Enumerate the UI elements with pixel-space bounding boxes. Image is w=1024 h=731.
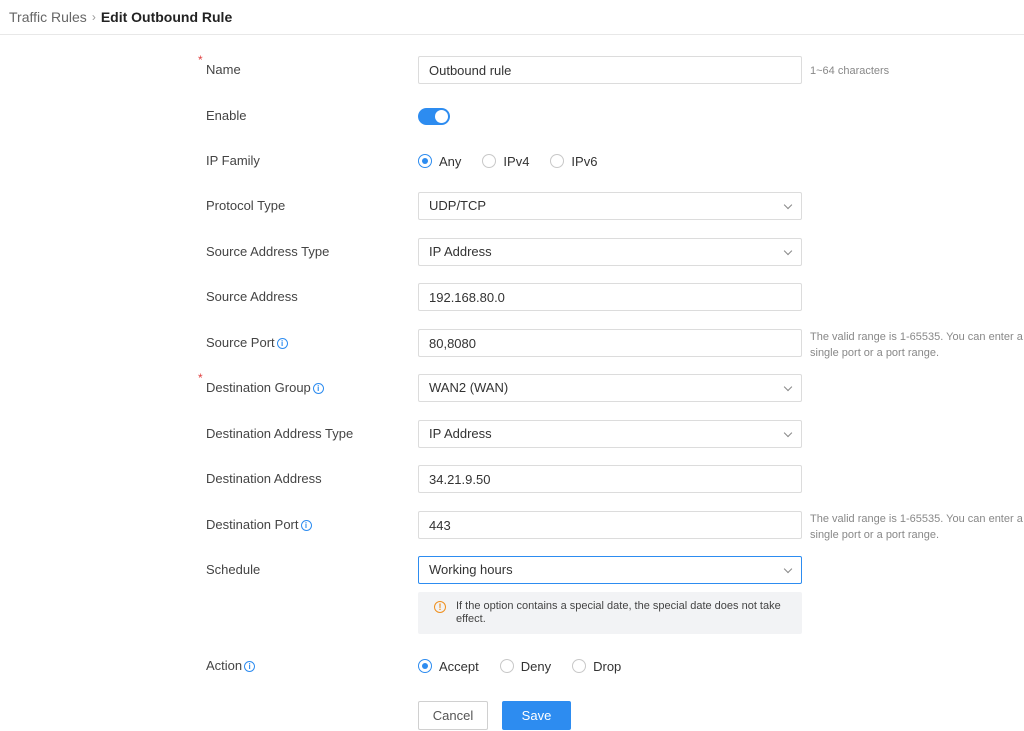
destination-port-row: Destination Porti The valid range is 1-6… <box>0 511 1024 541</box>
chevron-down-icon <box>783 200 793 210</box>
name-row: * Name 1~64 characters <box>0 53 1024 84</box>
radio-label: Accept <box>439 658 479 674</box>
source-port-input[interactable] <box>418 329 802 357</box>
cancel-button[interactable]: Cancel <box>418 701 488 730</box>
destination-group-value: WAN2 (WAN) <box>429 380 509 395</box>
destination-port-label-wrap: Destination Port i <box>206 511 312 539</box>
chevron-down-icon <box>783 246 793 256</box>
action-label-wrap: Action i <box>206 652 256 680</box>
action-deny-radio[interactable]: Deny <box>499 658 552 674</box>
info-icon[interactable]: i <box>276 338 288 350</box>
action-accept-radio[interactable]: Accept <box>418 659 479 674</box>
radio-dot <box>482 154 497 168</box>
ip-family-row: IP Family Any IPv4 IPv6 <box>0 147 1024 175</box>
radio-label: IPv4 <box>503 153 530 169</box>
source-address-type-label: Source Address Type <box>206 244 330 259</box>
schedule-notice: ! If the option contains a special date,… <box>418 592 802 634</box>
schedule-select[interactable]: Working hours <box>418 556 802 584</box>
chevron-down-icon <box>783 428 793 438</box>
toggle-knob <box>435 110 448 123</box>
source-port-row: Source Porti The valid range is 1-65535.… <box>0 329 1024 359</box>
destination-address-type-row: Destination Address Type IP Address <box>0 420 1024 448</box>
destination-group-label: Destination Group <box>206 380 311 395</box>
protocol-type-row: Protocol Type UDP/TCP <box>0 192 1024 220</box>
source-address-row: Source Address <box>0 283 1024 311</box>
chevron-down-icon <box>783 382 793 392</box>
destination-port-hint: The valid range is 1-65535. You can ente… <box>810 513 1023 541</box>
destination-address-type-value: IP Address <box>429 426 492 441</box>
ip-family-radio-group: Any IPv4 IPv6 <box>418 147 618 175</box>
schedule-value: Working hours <box>429 562 513 577</box>
source-address-type-row: Source Address Type IP Address <box>0 238 1024 266</box>
warning-icon: ! <box>434 601 446 613</box>
destination-port-input[interactable] <box>418 511 802 539</box>
destination-group-row: * Destination Group i WAN2 (WAN) <box>0 371 1024 402</box>
radio-dot <box>499 659 514 673</box>
ip-family-ipv6-radio[interactable]: IPv6 <box>550 154 597 169</box>
destination-address-input[interactable] <box>418 465 802 493</box>
required-marker: * <box>198 371 203 385</box>
radio-label: IPv6 <box>571 153 598 169</box>
name-hint: 1~64 characters <box>810 65 890 77</box>
protocol-type-label: Protocol Type <box>206 198 286 213</box>
schedule-notice-text: If the option contains a special date, t… <box>456 600 781 625</box>
destination-group-label-wrap: Destination Group i <box>206 374 324 402</box>
destination-address-label: Destination Address <box>206 471 322 486</box>
action-drop-radio[interactable]: Drop <box>572 659 621 674</box>
info-icon[interactable]: i <box>312 383 324 395</box>
info-icon[interactable]: i <box>300 520 312 532</box>
source-port-hint: The valid range is 1-65535. You can ente… <box>810 331 1023 359</box>
destination-address-row: Destination Address <box>0 465 1024 493</box>
destination-address-type-select[interactable]: IP Address <box>418 420 802 448</box>
name-label: Name <box>206 62 241 77</box>
radio-dot <box>572 659 587 673</box>
radio-dot <box>550 154 565 168</box>
source-port-label-wrap: Source Port i <box>206 329 288 357</box>
radio-dot <box>418 659 432 673</box>
chevron-down-icon <box>783 564 793 574</box>
destination-address-type-label: Destination Address Type <box>206 426 354 441</box>
radio-label: Drop <box>593 658 622 674</box>
chevron-right-icon: › <box>91 10 96 24</box>
schedule-label: Schedule <box>206 562 261 577</box>
source-address-type-value: IP Address <box>429 244 492 259</box>
required-marker: * <box>198 53 203 67</box>
radio-label: Any <box>439 153 462 169</box>
source-address-input[interactable] <box>418 283 802 311</box>
enable-row: Enable <box>0 102 1024 130</box>
ip-family-any-radio[interactable]: Any <box>418 154 461 169</box>
source-address-label: Source Address <box>206 289 298 304</box>
radio-label: Deny <box>520 658 552 674</box>
breadcrumb-traffic-rules[interactable]: Traffic Rules <box>9 9 87 25</box>
breadcrumb: Traffic Rules › Edit Outbound Rule <box>0 0 1024 35</box>
enable-label: Enable <box>206 108 247 123</box>
action-radio-group: Accept Deny Drop <box>418 652 642 680</box>
source-address-type-select[interactable]: IP Address <box>418 238 802 266</box>
action-label: Action <box>206 658 243 673</box>
source-port-label: Source Port <box>206 335 275 350</box>
info-icon[interactable]: i <box>244 661 256 673</box>
page-title: Edit Outbound Rule <box>100 9 233 25</box>
enable-toggle[interactable] <box>418 108 450 125</box>
radio-dot <box>418 154 432 168</box>
destination-group-select[interactable]: WAN2 (WAN) <box>418 374 802 402</box>
ip-family-label: IP Family <box>206 153 260 168</box>
action-row: Action i Accept Deny Drop <box>0 652 1024 680</box>
protocol-type-value: UDP/TCP <box>429 198 487 213</box>
destination-port-label: Destination Port <box>206 517 299 532</box>
save-button[interactable]: Save <box>502 701 571 730</box>
schedule-row: Schedule Working hours <box>0 556 1024 584</box>
name-input[interactable] <box>418 56 802 84</box>
protocol-type-select[interactable]: UDP/TCP <box>418 192 802 220</box>
ip-family-ipv4-radio[interactable]: IPv4 <box>482 154 529 169</box>
